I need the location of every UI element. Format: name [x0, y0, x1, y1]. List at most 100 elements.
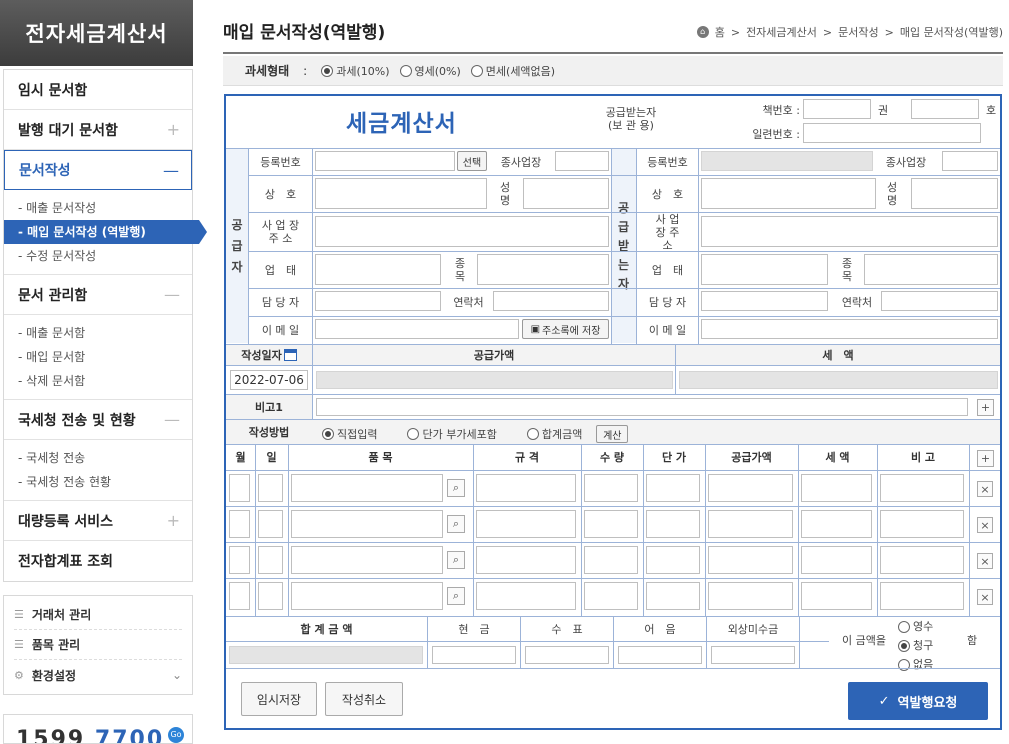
- submenu-purchase-write[interactable]: - 매입 문서작성 (역발행): [4, 220, 207, 244]
- row-2-tax-field[interactable]: [801, 510, 872, 538]
- row-1-month-field[interactable]: [229, 474, 250, 502]
- sidebar-item-nts[interactable]: 국세청 전송 및 현황 —: [4, 400, 192, 440]
- check-field[interactable]: [525, 646, 609, 664]
- row-4-unit-price-field[interactable]: [646, 582, 700, 610]
- row-1-qty-field[interactable]: [584, 474, 638, 502]
- receipt-opt-claim[interactable]: 청구: [898, 638, 933, 654]
- row-4-supply-amount-field[interactable]: [708, 582, 793, 610]
- row-4-qty-field[interactable]: [584, 582, 638, 610]
- submenu-nts-send[interactable]: - 국세청 전송: [4, 446, 192, 470]
- calendar-icon[interactable]: [283, 349, 297, 361]
- receiver-manager-field[interactable]: [701, 291, 828, 311]
- receiver-contact-field[interactable]: [881, 291, 998, 311]
- add-row-button[interactable]: +: [977, 450, 994, 467]
- submenu-sales-box[interactable]: - 매출 문서함: [4, 321, 192, 345]
- bill-field[interactable]: [618, 646, 702, 664]
- note1-field[interactable]: [316, 398, 968, 416]
- tax-option-zero[interactable]: 영세(0%): [399, 63, 461, 79]
- row-2-qty-field[interactable]: [584, 510, 638, 538]
- row-4-day-field[interactable]: [258, 582, 283, 610]
- row-3-month-field[interactable]: [229, 546, 250, 574]
- search-icon[interactable]: ⌕: [447, 551, 465, 569]
- sidebar-item-write[interactable]: 문서작성 —: [4, 150, 192, 190]
- ho-field[interactable]: [911, 99, 979, 119]
- credit-field[interactable]: [711, 646, 795, 664]
- delete-row-icon[interactable]: ×: [977, 517, 993, 533]
- row-2-remark-field[interactable]: [880, 510, 964, 538]
- sidebar-item-summary[interactable]: 전자합계표 조회: [4, 541, 192, 581]
- sidebar-item-pending-box[interactable]: 발행 대기 문서함 +: [4, 110, 192, 150]
- cancel-button[interactable]: 작성취소: [325, 682, 403, 716]
- supplier-biztype-field[interactable]: [315, 254, 441, 285]
- row-4-month-field[interactable]: [229, 582, 250, 610]
- submenu-purchase-box[interactable]: - 매입 문서함: [4, 345, 192, 369]
- row-2-spec-field[interactable]: [476, 510, 576, 538]
- row-1-unit-price-field[interactable]: [646, 474, 700, 502]
- sidebar-item-bulk[interactable]: 대량등록 서비스 +: [4, 501, 192, 541]
- receiver-company-field[interactable]: [701, 178, 876, 209]
- cash-field[interactable]: [432, 646, 516, 664]
- row-3-day-field[interactable]: [258, 546, 283, 574]
- search-icon[interactable]: ⌕: [447, 479, 465, 497]
- breadcrumb-home[interactable]: 홈: [715, 24, 725, 40]
- row-3-supply-amount-field[interactable]: [708, 546, 793, 574]
- tax-option-taxable[interactable]: 과세(10%): [321, 63, 390, 79]
- item-manage-link[interactable]: ☰ 품목 관리: [14, 630, 182, 660]
- serial-no-field[interactable]: [803, 123, 981, 143]
- submenu-modify-write[interactable]: - 수정 문서작성: [4, 244, 192, 268]
- method-unit-vat[interactable]: 단가 부가세포함: [407, 426, 497, 442]
- submenu-nts-status[interactable]: - 국세청 전송 현황: [4, 470, 192, 494]
- receiver-biztype-field[interactable]: [701, 254, 828, 285]
- sidebar-item-temp-box[interactable]: 임시 문서함: [4, 70, 192, 110]
- calc-button[interactable]: 계산: [596, 425, 629, 443]
- submenu-deleted-box[interactable]: - 삭제 문서함: [4, 369, 192, 393]
- row-2-month-field[interactable]: [229, 510, 250, 538]
- row-1-remark-field[interactable]: [880, 474, 964, 502]
- receiver-name-field[interactable]: [911, 178, 998, 209]
- row-4-item-field[interactable]: [291, 582, 443, 610]
- row-4-spec-field[interactable]: [476, 582, 576, 610]
- book-no-field[interactable]: [803, 99, 871, 119]
- delete-row-icon[interactable]: ×: [977, 481, 993, 497]
- row-2-supply-amount-field[interactable]: [708, 510, 793, 538]
- partner-manage-link[interactable]: ☰ 거래처 관리: [14, 600, 182, 630]
- receiver-address-field[interactable]: [701, 216, 998, 247]
- method-total[interactable]: 합계금액: [526, 426, 582, 442]
- submenu-sales-write[interactable]: - 매출 문서작성: [4, 196, 192, 220]
- search-icon[interactable]: ⌕: [447, 587, 465, 605]
- row-1-day-field[interactable]: [258, 474, 283, 502]
- row-3-item-field[interactable]: [291, 546, 443, 574]
- tax-option-exempt[interactable]: 면세(세액없음): [470, 63, 555, 79]
- supplier-branch-field[interactable]: [555, 151, 609, 171]
- row-2-unit-price-field[interactable]: [646, 510, 700, 538]
- row-3-remark-field[interactable]: [880, 546, 964, 574]
- method-direct[interactable]: 직접입력: [322, 426, 377, 442]
- delete-row-icon[interactable]: ×: [977, 553, 993, 569]
- breadcrumb-etax[interactable]: 전자세금계산서: [746, 24, 817, 40]
- supplier-email-field[interactable]: [315, 319, 519, 339]
- delete-row-icon[interactable]: ×: [977, 589, 993, 605]
- reverse-issue-request-button[interactable]: ✓ 역발행요청: [848, 682, 988, 720]
- settings-link[interactable]: ⚙ 환경설정 ⌄: [14, 660, 182, 690]
- row-4-remark-field[interactable]: [880, 582, 964, 610]
- row-3-tax-field[interactable]: [801, 546, 872, 574]
- supplier-address-field[interactable]: [315, 216, 609, 247]
- receiver-email-field[interactable]: [701, 319, 998, 339]
- row-1-tax-field[interactable]: [801, 474, 872, 502]
- receiver-branch-field[interactable]: [942, 151, 998, 171]
- supplier-name-field[interactable]: [523, 178, 609, 209]
- phone-banner[interactable]: 1599 7700 Go: [3, 714, 193, 744]
- row-3-unit-price-field[interactable]: [646, 546, 700, 574]
- temp-save-button[interactable]: 임시저장: [241, 682, 317, 716]
- supplier-manager-field[interactable]: [315, 291, 441, 311]
- row-1-item-field[interactable]: [291, 474, 443, 502]
- supplier-company-field[interactable]: [315, 178, 487, 209]
- row-1-spec-field[interactable]: [476, 474, 576, 502]
- row-2-day-field[interactable]: [258, 510, 283, 538]
- row-2-item-field[interactable]: [291, 510, 443, 538]
- row-1-supply-amount-field[interactable]: [708, 474, 793, 502]
- supplier-reg-field[interactable]: [315, 151, 455, 171]
- row-4-tax-field[interactable]: [801, 582, 872, 610]
- save-address-button[interactable]: ▣ 주소록에 저장: [522, 319, 609, 339]
- receiver-bizitem-field[interactable]: [864, 254, 998, 285]
